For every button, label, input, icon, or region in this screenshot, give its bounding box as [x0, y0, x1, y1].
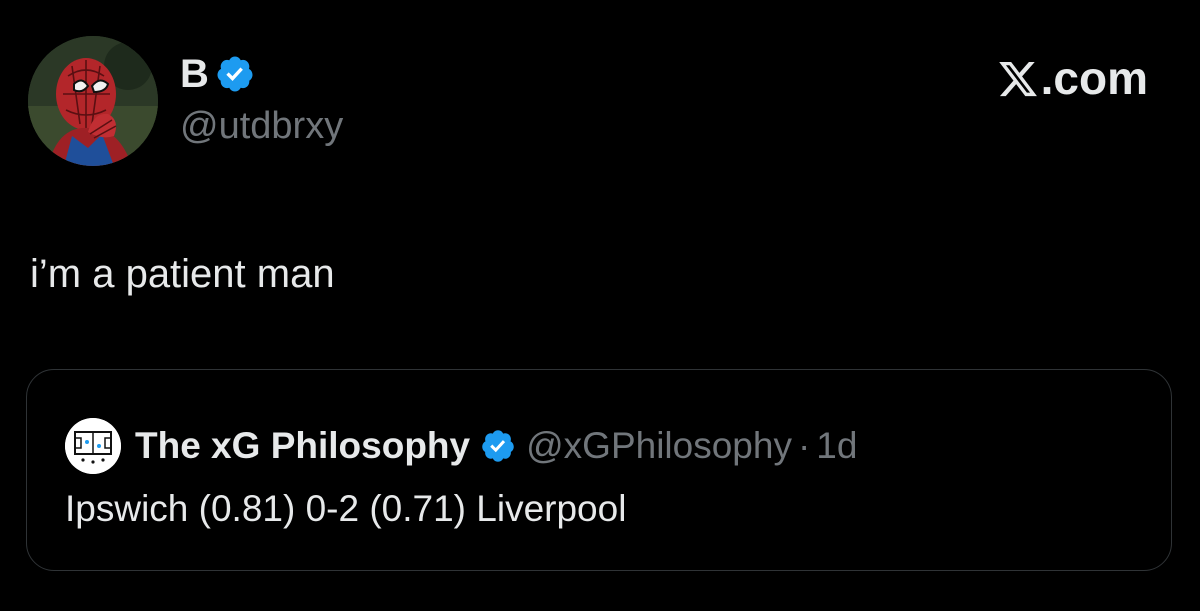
author-handle[interactable]: @utdbrxy	[180, 105, 343, 148]
quoted-tweet-header: The xG Philosophy @xGPhilosophy · 1d	[65, 418, 857, 474]
tweet-text: i’m a patient man	[30, 252, 335, 296]
quoted-author-handle[interactable]: @xGPhilosophy	[526, 425, 792, 467]
x-brand-watermark: .com	[997, 52, 1148, 101]
x-logo-icon	[997, 58, 1039, 100]
quoted-tweet-text: Ipswich (0.81) 0-2 (0.71) Liverpool	[65, 488, 627, 529]
author-info: B @utdbrxy	[180, 46, 343, 148]
spider-man-avatar-icon	[28, 36, 158, 166]
author-display-name[interactable]: B	[180, 54, 209, 94]
author-name-row: B	[180, 46, 343, 102]
quoted-verified-badge-icon	[480, 428, 516, 464]
quoted-tweet-timestamp[interactable]: 1d	[816, 425, 857, 467]
tactics-board-avatar-icon	[65, 418, 121, 474]
author-avatar[interactable]	[28, 36, 158, 166]
quoted-meta-separator: ·	[797, 425, 811, 466]
verified-badge-icon	[215, 54, 255, 94]
quoted-author-avatar[interactable]	[65, 418, 121, 474]
quoted-author-display-name[interactable]: The xG Philosophy	[135, 425, 470, 467]
brand-domain-text: .com	[1040, 52, 1148, 104]
quoted-tweet-card[interactable]: The xG Philosophy @xGPhilosophy · 1d Ips…	[26, 369, 1172, 571]
